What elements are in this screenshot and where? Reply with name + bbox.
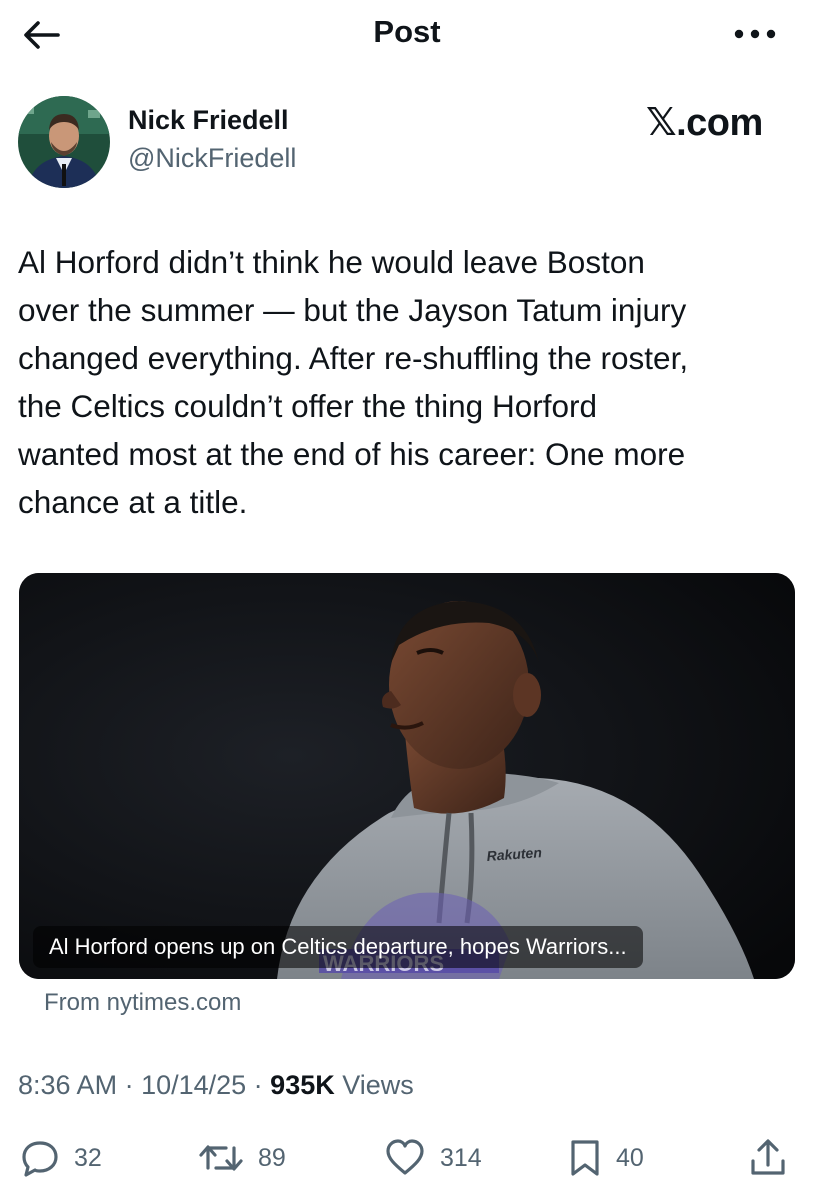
meta-separator: · [246, 1070, 271, 1100]
share-button[interactable] [748, 1134, 802, 1182]
tweet-line: wanted most at the end of his career: On… [18, 436, 686, 472]
author-name[interactable]: Nick Friedell [128, 105, 289, 136]
tweet-line: chance at a title. [18, 484, 248, 520]
repost-icon [199, 1145, 243, 1171]
like-button[interactable]: 314 [384, 1134, 482, 1182]
author-handle[interactable]: @NickFriedell [128, 143, 296, 174]
heart-icon [386, 1139, 424, 1175]
article-image: WARRIORS Rakuten [19, 573, 795, 979]
x-logo: 𝕏.com [646, 102, 763, 144]
card-headline: Al Horford opens up on Celtics departure… [33, 926, 643, 968]
views-count[interactable]: 935K [270, 1070, 335, 1100]
reply-button[interactable]: 32 [20, 1134, 102, 1182]
action-bar: 32 89 314 40 [0, 1134, 814, 1184]
like-count: 314 [440, 1143, 482, 1172]
page-title: Post [373, 14, 441, 49]
tweet-text: Al Horford didn’t think he would leave B… [18, 238, 798, 526]
more-options-button[interactable] [730, 14, 780, 54]
repost-count: 89 [258, 1143, 286, 1172]
post-meta: 8:36 AM · 10/14/25 · 935K Views [18, 1070, 414, 1101]
meta-separator: · [117, 1070, 142, 1100]
bookmark-button[interactable]: 40 [568, 1134, 644, 1182]
tweet-line: the Celtics couldn’t offer the thing Hor… [18, 388, 597, 424]
bookmark-icon [571, 1140, 599, 1176]
reply-icon [22, 1141, 58, 1177]
repost-button[interactable]: 89 [198, 1134, 286, 1182]
tweet-line: over the summer — but the Jayson Tatum i… [18, 292, 687, 328]
share-icon [751, 1139, 785, 1175]
bookmark-count: 40 [616, 1143, 644, 1172]
more-horizontal-icon [734, 29, 776, 39]
post-time: 8:36 AM [18, 1070, 118, 1100]
top-bar: Post [0, 0, 814, 72]
reply-count: 32 [74, 1143, 102, 1172]
link-card[interactable]: WARRIORS Rakuten Al Horford opens up on … [19, 573, 795, 979]
source-link[interactable]: From nytimes.com [44, 989, 241, 1017]
tweet-line: changed everything. After re-shuffling t… [18, 340, 689, 376]
tweet-line: Al Horford didn’t think he would leave B… [18, 244, 645, 280]
views-label: Views [334, 1070, 414, 1100]
post-date: 10/14/25 [141, 1070, 247, 1100]
avatar[interactable] [18, 96, 110, 188]
